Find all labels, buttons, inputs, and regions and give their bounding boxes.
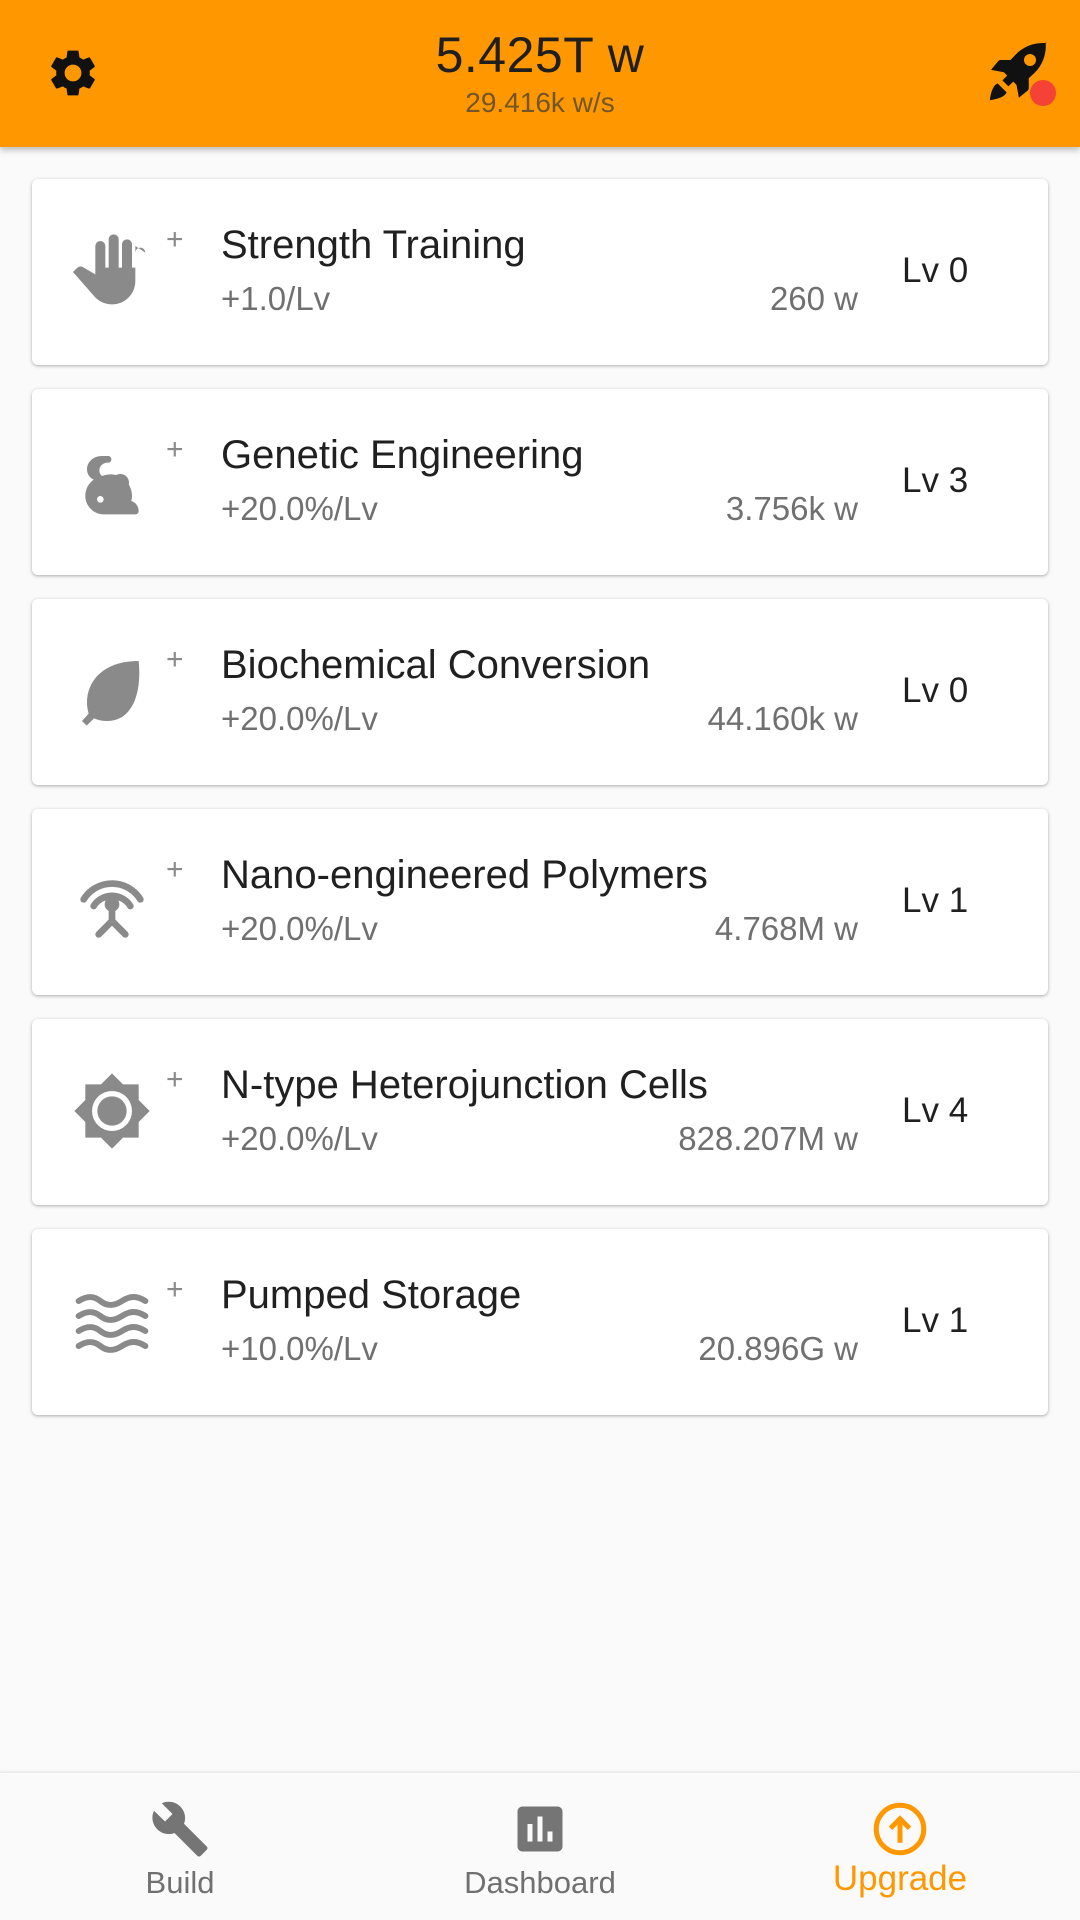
upgrade-title: N-type Heterojunction Cells xyxy=(221,1063,708,1107)
nav-upgrade[interactable]: Upgrade xyxy=(720,1773,1080,1920)
upgrade-icon: + xyxy=(72,643,184,739)
upgrade-title: Genetic Engineering xyxy=(221,433,584,477)
upgrade-bonus: +20.0%/Lv xyxy=(221,910,378,947)
upgrade-level: Lv 3 xyxy=(902,461,969,500)
upgrade-card-strength-training[interactable]: + Strength Training +1.0/Lv 260 w Lv 0 xyxy=(32,179,1048,365)
upgrade-cost: 3.756k w xyxy=(725,490,858,527)
upgrade-icon: + xyxy=(72,1273,184,1369)
upgrade-icon: + xyxy=(72,433,184,529)
gear-icon xyxy=(51,50,95,96)
upgrade-title: Biochemical Conversion xyxy=(221,643,651,687)
arrow-up-circle-icon xyxy=(873,1802,927,1856)
upgrade-icon: + xyxy=(72,853,184,949)
upgrade-level: Lv 0 xyxy=(902,671,969,710)
upgrade-card-genetic-engineering[interactable]: + Genetic Engineering +20.0%/Lv 3.756k w… xyxy=(32,389,1048,575)
sun-icon xyxy=(74,1073,150,1149)
nav-build-label: Build xyxy=(145,1865,215,1900)
bottom-navigation: Build Dashboard Upgrade xyxy=(0,1772,1080,1920)
top-bar: 5.425T w 29.416k w/s xyxy=(0,0,1080,147)
hand-icon xyxy=(73,234,146,305)
energy-rate: 29.416k w/s xyxy=(465,87,615,118)
bar-chart-icon xyxy=(517,1806,563,1852)
upgrade-level: Lv 1 xyxy=(902,1301,969,1340)
upgrade-cost: 260 w xyxy=(769,280,858,317)
upgrade-bonus: +1.0/Lv xyxy=(221,280,331,317)
upgrade-cost: 44.160k w xyxy=(707,700,858,737)
antenna-icon xyxy=(80,880,144,938)
upgrade-card-biochemical-conversion[interactable]: + Biochemical Conversion +20.0%/Lv 44.16… xyxy=(32,599,1048,785)
upgrade-bonus: +10.0%/Lv xyxy=(221,1330,378,1367)
upgrade-title: Pumped Storage xyxy=(221,1273,522,1317)
plus-badge: + xyxy=(166,1273,184,1306)
upgrade-card-nano-engineered-polymers[interactable]: + Nano-engineered Polymers +20.0%/Lv 4.7… xyxy=(32,809,1048,995)
upgrade-cost: 4.768M w xyxy=(714,910,858,947)
plus-badge: + xyxy=(166,1063,184,1096)
wrench-icon xyxy=(152,1801,208,1857)
mouse-icon xyxy=(85,456,139,515)
plus-badge: + xyxy=(166,433,184,466)
upgrade-icon: + xyxy=(72,1063,184,1159)
upgrade-title: Strength Training xyxy=(221,223,526,267)
notification-dot xyxy=(1030,80,1056,106)
nav-build[interactable]: Build xyxy=(0,1773,360,1920)
upgrade-card-pumped-storage[interactable]: + Pumped Storage +10.0%/Lv 20.896G w Lv … xyxy=(32,1229,1048,1415)
upgrade-level: Lv 1 xyxy=(902,881,969,920)
upgrade-bonus: +20.0%/Lv xyxy=(221,700,378,737)
upgrade-card-n-type-heterojunction-cells[interactable]: + N-type Heterojunction Cells +20.0%/Lv … xyxy=(32,1019,1048,1205)
nav-dashboard-label: Dashboard xyxy=(464,1865,616,1900)
upgrade-level: Lv 0 xyxy=(902,251,969,290)
rocket-button[interactable] xyxy=(980,34,1060,114)
total-energy: 5.425T w xyxy=(435,27,645,83)
waves-icon xyxy=(75,1294,149,1353)
resource-summary: 5.425T w 29.416k w/s xyxy=(240,24,840,120)
upgrade-title: Nano-engineered Polymers xyxy=(221,853,708,897)
settings-button[interactable] xyxy=(42,42,104,104)
upgrade-cost: 828.207M w xyxy=(678,1120,858,1157)
upgrade-cost: 20.896G w xyxy=(698,1330,858,1367)
app-root: 5.425T w 29.416k w/s + Strength Training… xyxy=(0,0,1080,1920)
nav-upgrade-label: Upgrade xyxy=(832,1859,968,1898)
upgrade-bonus: +20.0%/Lv xyxy=(221,490,378,527)
plus-badge: + xyxy=(166,223,184,256)
plus-badge: + xyxy=(166,643,184,676)
nav-dashboard[interactable]: Dashboard xyxy=(360,1773,720,1920)
upgrade-list: + Strength Training +1.0/Lv 260 w Lv 0 +… xyxy=(32,179,1048,1439)
upgrade-level: Lv 4 xyxy=(902,1091,969,1130)
upgrade-icon: + xyxy=(72,223,184,319)
upgrade-bonus: +20.0%/Lv xyxy=(221,1120,378,1157)
leaf-icon xyxy=(82,661,140,726)
plus-badge: + xyxy=(166,853,184,886)
